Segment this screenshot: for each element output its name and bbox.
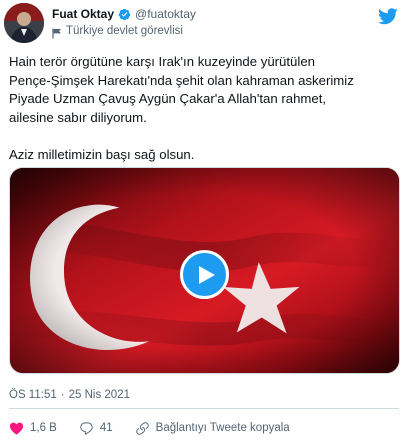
avatar[interactable]: [4, 3, 44, 43]
tweet-timestamp[interactable]: ÖS 11:51 · 25 Nis 2021: [9, 389, 130, 401]
avatar-image: [4, 3, 44, 43]
tweet-closing-line: Aziz milletimizin başı sağ olsun.: [9, 146, 195, 162]
verified-badge-icon: [118, 8, 131, 21]
twitter-bird-icon[interactable]: [378, 8, 398, 25]
tweet-line: Pençe-Şimşek Harekatı'nda şehit olan kah…: [9, 72, 354, 88]
author-row: Fuat Oktay @fuatoktay: [52, 6, 196, 22]
author-display-name[interactable]: Fuat Oktay: [52, 7, 114, 21]
turkey-flag-icon: [52, 26, 62, 38]
play-button[interactable]: [180, 250, 229, 299]
government-label[interactable]: Türkiye devlet görevlisi: [52, 24, 183, 38]
like-count: 1,6 B: [30, 422, 57, 434]
tweet-line: ailesine sabır diliyorum.: [9, 109, 147, 125]
tweet-line: Hain terör örgütüne karşı Irak'ın kuzeyi…: [9, 54, 315, 69]
reply-button[interactable]: 41: [79, 421, 113, 436]
timestamp-time: ÖS 11:51: [9, 389, 57, 401]
heart-icon: [9, 422, 24, 434]
link-icon: [135, 421, 149, 435]
divider: [9, 408, 399, 409]
play-icon: [198, 265, 215, 284]
tweet-card: Fuat Oktay @fuatoktay Türkiye devlet gör…: [0, 0, 408, 441]
reply-count: 41: [99, 422, 113, 434]
copy-link-button[interactable]: Bağlantıyı Tweete kopyala: [135, 421, 290, 436]
timestamp-separator: ·: [60, 389, 65, 401]
tweet-line: Piyade Uzman Çavuş Aygün Çakar'a Allah't…: [9, 91, 327, 106]
timestamp-date: 25 Nis 2021: [68, 389, 130, 401]
video-player[interactable]: [9, 167, 400, 374]
copy-link-label: Bağlantıyı Tweete kopyala: [155, 422, 290, 434]
like-button[interactable]: 1,6 B: [9, 421, 57, 436]
action-bar: 1,6 B 41 Bağlantıyı Tweete kopyala: [9, 418, 312, 438]
author-handle[interactable]: @fuatoktay: [135, 7, 196, 21]
reply-bubble-icon: [80, 421, 93, 435]
government-label-text: Türkiye devlet görevlisi: [66, 25, 183, 37]
tweet-text: Hain terör örgütüne karşı Irak'ın kuzeyi…: [9, 53, 401, 164]
